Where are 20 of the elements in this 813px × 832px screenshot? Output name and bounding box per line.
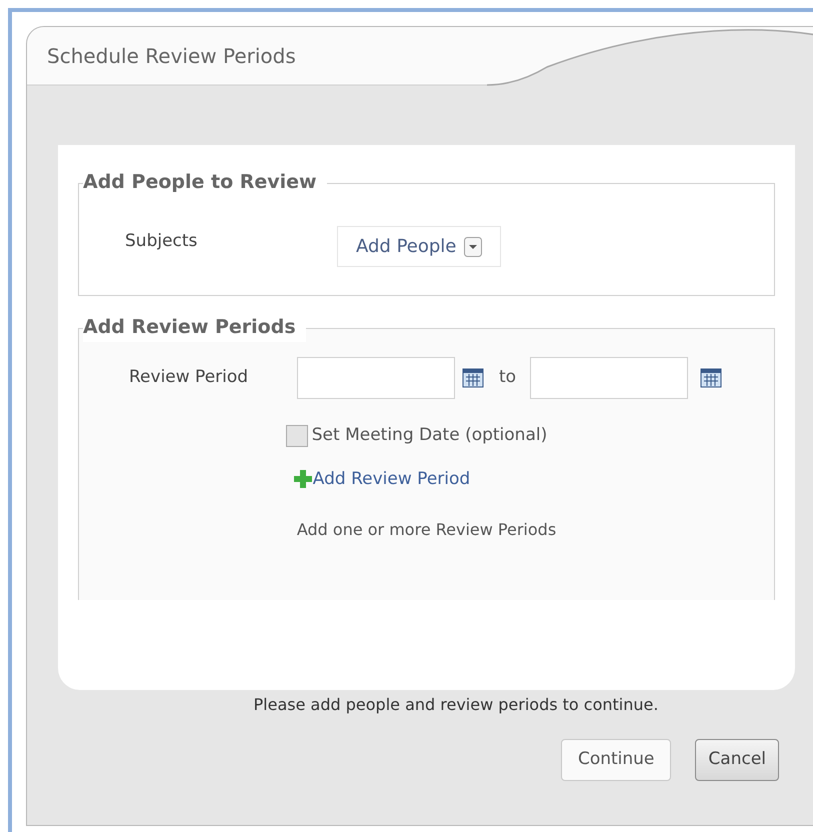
- date-input-field[interactable]: [530, 357, 688, 399]
- field-label: Review Period: [129, 366, 250, 390]
- dialog-button[interactable]: Cancel: [695, 739, 779, 781]
- dialog-title: Schedule Review Periods: [47, 43, 296, 70]
- date-input-field[interactable]: [297, 357, 455, 399]
- dialog-button[interactable]: Continue: [560, 739, 672, 781]
- status-message: Please add people and review periods to continue.: [254, 694, 658, 716]
- plus-icon: [292, 469, 313, 490]
- section-legend: Add People to Review: [83, 168, 317, 196]
- checkbox-label: Set Meeting Date (optional): [312, 424, 548, 447]
- section-legend: Add Review Periods: [83, 313, 296, 342]
- calendar-icon[interactable]: [462, 368, 484, 388]
- hint-text: Add one or more Review Periods: [296, 519, 556, 541]
- add-people-dropdown[interactable]: Add People: [337, 226, 502, 267]
- add-review-period-link[interactable]: Add Review Period: [312, 466, 470, 492]
- calendar-icon[interactable]: [700, 368, 722, 388]
- separator-text: to: [499, 366, 516, 390]
- checkbox[interactable]: [286, 424, 308, 447]
- field-label: Subjects: [125, 230, 198, 253]
- caret-icon: [464, 236, 482, 256]
